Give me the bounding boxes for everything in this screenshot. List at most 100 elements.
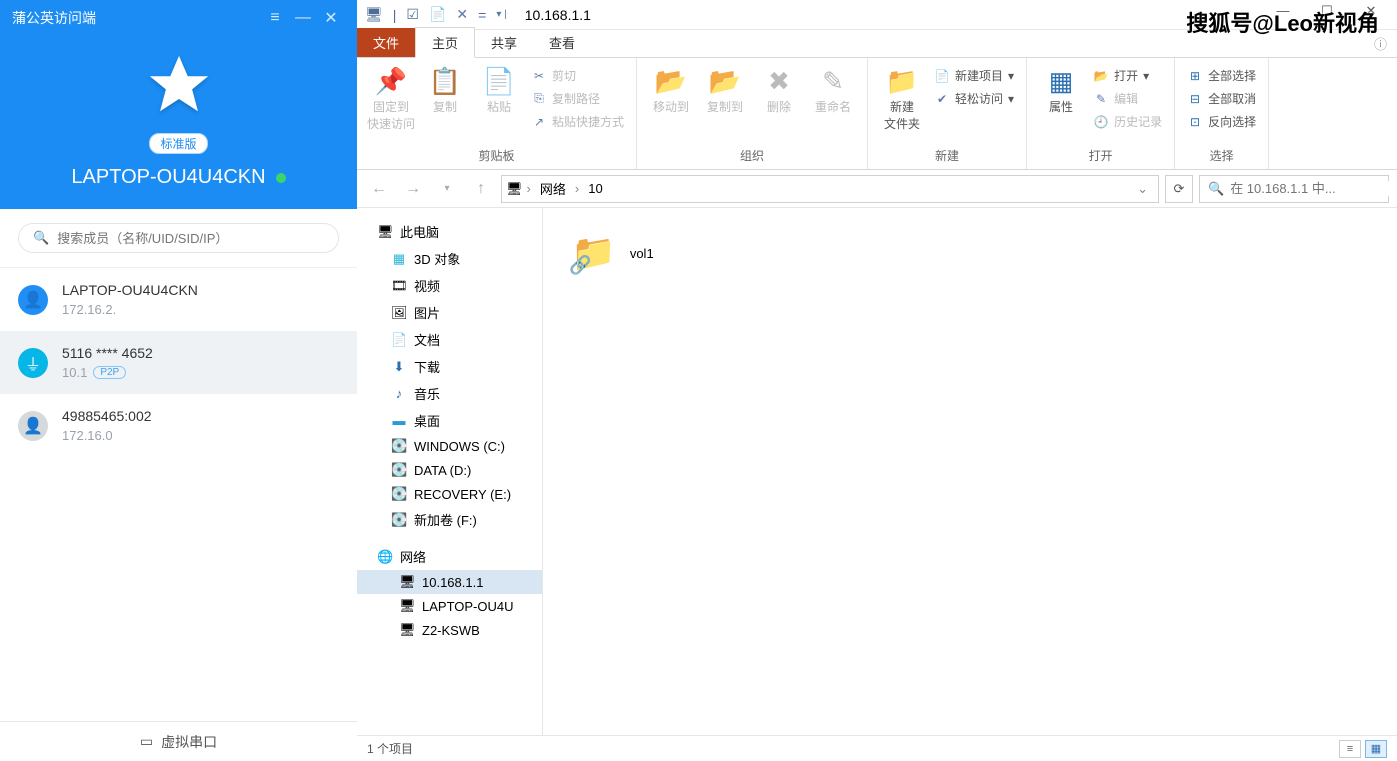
history-button[interactable]: 🕘历史记录 — [1089, 112, 1166, 131]
tree-music[interactable]: ♪音乐 — [357, 380, 542, 407]
computer-icon: 🖥 — [399, 598, 415, 614]
selnone-button[interactable]: ⊟全部取消 — [1183, 89, 1260, 108]
explorer-search-input[interactable] — [1230, 181, 1397, 196]
crumb-network[interactable]: 网络 — [535, 179, 571, 198]
copy-button[interactable]: 📋复制 — [419, 62, 471, 115]
tree-docs[interactable]: 📄文档 — [357, 326, 542, 353]
explorer-search[interactable]: 🔍 — [1199, 175, 1389, 203]
moveto-button[interactable]: 📂移动到 — [645, 62, 697, 115]
close-icon[interactable]: ✕ — [317, 8, 345, 28]
ribbon-tabs: 文件 主页 共享 查看 ⓘ — [357, 30, 1397, 58]
serial-icon: ▭ — [140, 733, 153, 750]
newfolder-button[interactable]: 📁新建 文件夹 — [876, 62, 928, 132]
pin-button[interactable]: 📌固定到 快速访问 — [365, 62, 417, 132]
content-area[interactable]: 📁🔗 vol1 — [543, 208, 1397, 735]
tree-e[interactable]: 💽RECOVERY (E:) — [357, 482, 542, 506]
nav-bar: ← → ▾ ↑ 🖥 › 网络 › 10 ⌄ ⟳ 🔍 — [357, 170, 1397, 208]
search-icon: 🔍 — [1208, 181, 1224, 197]
pasteshort-button[interactable]: ↗粘贴快捷方式 — [527, 112, 628, 131]
member-name: 5116 **** 4652 — [62, 345, 153, 361]
chevron-right-icon: › — [575, 181, 579, 196]
cut-button[interactable]: ✂剪切 — [527, 66, 628, 85]
address-bar[interactable]: 🖥 › 网络 › 10 ⌄ — [501, 175, 1159, 203]
member-ip: 172.16.2. — [62, 302, 198, 317]
tree-d[interactable]: 💽DATA (D:) — [357, 458, 542, 482]
chevron-down-icon: ▾ — [1143, 69, 1149, 83]
tree-f[interactable]: 💽新加卷 (F:) — [357, 506, 542, 533]
tree-desk[interactable]: ▬桌面 — [357, 407, 542, 434]
newitem-button[interactable]: 📄新建项目▾ — [930, 66, 1018, 85]
member-item-0[interactable]: 👤 LAPTOP-OU4U4CKN 172.16.2. — [0, 268, 357, 331]
rename-button[interactable]: ✎重命名 — [807, 62, 859, 115]
rename-icon: ✎ — [822, 68, 844, 94]
member-item-1[interactable]: ⏚ 5116 **** 4652 10.1 P2P — [0, 331, 357, 394]
minimize-button[interactable]: — — [1263, 3, 1303, 27]
recent-button[interactable]: ▾ — [433, 175, 461, 203]
virtual-serial-button[interactable]: ▭ 虚拟串口 — [0, 721, 357, 761]
tree-net2[interactable]: 🖥LAPTOP-OU4U — [357, 594, 542, 618]
help-icon[interactable]: ⓘ — [1364, 30, 1397, 57]
selinv-button[interactable]: ⊡反向选择 — [1183, 112, 1260, 131]
ribbon: 📌固定到 快速访问 📋复制 📄粘贴 ✂剪切 ⎘复制路径 ↗粘贴快捷方式 剪贴板 … — [357, 58, 1397, 170]
edit-icon: ✎ — [1093, 92, 1109, 106]
close-x-icon[interactable]: ✕ — [454, 6, 470, 23]
easy-icon: ✔ — [934, 92, 950, 106]
maximize-button[interactable]: ☐ — [1307, 3, 1347, 27]
download-icon: ⬇ — [391, 359, 407, 375]
props-button[interactable]: ▦属性 — [1035, 62, 1087, 115]
tree-3d[interactable]: ▦3D 对象 — [357, 245, 542, 272]
view-icons-button[interactable]: ▦ — [1365, 740, 1387, 758]
member-name: 49885465:002 — [62, 408, 152, 424]
tab-share[interactable]: 共享 — [475, 28, 533, 57]
pc-icon: 🖥 — [506, 181, 523, 197]
pc-icon[interactable]: 🖥 — [363, 6, 385, 23]
view-details-button[interactable]: ≡ — [1339, 740, 1361, 758]
user-icon: 👤 — [18, 411, 48, 441]
close-button[interactable]: ✕ — [1351, 3, 1391, 27]
member-search[interactable]: 🔍 — [18, 223, 339, 253]
copypath-button[interactable]: ⎘复制路径 — [527, 89, 628, 108]
crumb-node[interactable]: 10 — [583, 181, 607, 196]
tree-net3[interactable]: 🖥Z2-KSWB — [357, 618, 542, 642]
device-name: LAPTOP-OU4U4CKN — [71, 166, 265, 189]
delete-button[interactable]: ✖删除 — [753, 62, 805, 115]
tree-net1[interactable]: 🖥10.168.1.1 — [357, 570, 542, 594]
share-item-vol1[interactable]: 📁🔗 vol1 — [561, 226, 664, 280]
tree-network[interactable]: 🌐网络 — [357, 543, 542, 570]
member-item-2[interactable]: 👤 49885465:002 172.16.0 — [0, 394, 357, 457]
member-search-input[interactable] — [57, 231, 324, 246]
tab-file[interactable]: 文件 — [357, 28, 415, 57]
menu-icon[interactable]: ≡ — [261, 9, 289, 27]
back-button[interactable]: ← — [365, 175, 393, 203]
addr-dropdown[interactable]: ⌄ — [1131, 181, 1154, 197]
tree-video[interactable]: 🎞视频 — [357, 272, 542, 299]
paste-button[interactable]: 📄粘贴 — [473, 62, 525, 115]
shortcut-icon: ↗ — [531, 115, 547, 129]
video-icon: 🎞 — [391, 278, 407, 294]
group-organize: 组织 — [645, 144, 859, 169]
qat-equals: = — [476, 7, 488, 23]
refresh-button[interactable]: ⟳ — [1165, 175, 1193, 203]
tab-home[interactable]: 主页 — [415, 27, 475, 58]
pin-icon: 📌 — [375, 68, 407, 94]
path-icon: ⎘ — [531, 91, 547, 106]
tree-dl[interactable]: ⬇下载 — [357, 353, 542, 380]
checkbox-icon[interactable]: ☑ — [404, 6, 421, 23]
tree-pics[interactable]: 🖼图片 — [357, 299, 542, 326]
minimize-icon[interactable]: — — [289, 9, 317, 27]
copyto-button[interactable]: 📂复制到 — [699, 62, 751, 115]
easyaccess-button[interactable]: ✔轻松访问▾ — [930, 89, 1018, 108]
open-icon: 📂 — [1093, 69, 1109, 83]
tree-thispc[interactable]: 🖥此电脑 — [357, 218, 542, 245]
up-button[interactable]: ↑ — [467, 175, 495, 203]
forward-button[interactable]: → — [399, 175, 427, 203]
selall-button[interactable]: ⊞全部选择 — [1183, 66, 1260, 85]
qat-dropdown[interactable]: ▾ | — [494, 9, 508, 20]
tree-c[interactable]: 💽WINDOWS (C:) — [357, 434, 542, 458]
tab-view[interactable]: 查看 — [533, 28, 591, 57]
edit-button[interactable]: ✎编辑 — [1089, 89, 1166, 108]
selall-icon: ⊞ — [1187, 69, 1203, 83]
open-button[interactable]: 📂打开▾ — [1089, 66, 1166, 85]
folder-icon[interactable]: 📄 — [427, 6, 448, 23]
star-icon — [144, 36, 214, 123]
